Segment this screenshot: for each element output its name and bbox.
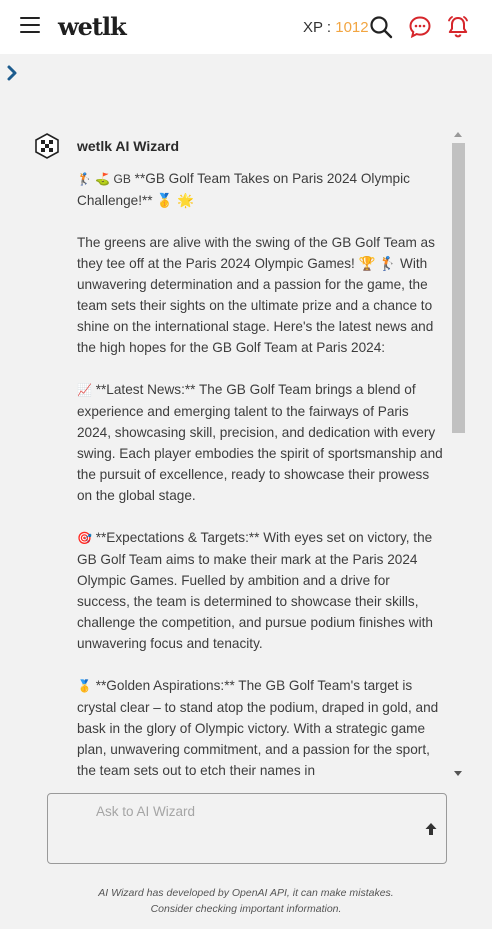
golf-emoji: 🏌️ ⛳ GB [77,172,131,186]
scroll-down-icon[interactable] [454,771,462,776]
chevron-right-icon[interactable] [5,64,21,82]
message-paragraph: 📈 **Latest News:** The GB Golf Team brin… [77,382,443,503]
chat-icon[interactable] [407,14,433,40]
message-paragraph: 🎯 **Expectations & Targets:** With eyes … [77,530,433,651]
message-paragraph: 🥇 **Golden Aspirations:** The GB Golf Te… [77,678,439,778]
composer [47,793,447,864]
target-emoji: 🎯 [77,531,92,545]
logo[interactable]: wetlk [58,12,127,41]
disclaimer: AI Wizard has developed by OpenAI API, i… [0,885,492,917]
chat-area: wetlk AI Wizard 🏌️ ⛳ GB **GB Golf Team T… [0,125,468,780]
xp-label: XP : [303,19,336,36]
assistant-message: 🏌️ ⛳ GB **GB Golf Team Takes on Paris 20… [77,168,443,780]
message-paragraph: 🏌️ ⛳ GB **GB Golf Team Takes on Paris 20… [77,171,410,208]
top-bar: wetlk XP : 1012 [0,0,492,54]
sender-name: wetlk AI Wizard [77,138,180,154]
disclaimer-line-2: Consider checking important information. [150,903,342,915]
scroll-up-icon[interactable] [454,132,462,137]
arrow-up-icon[interactable] [423,821,439,837]
search-icon[interactable] [368,14,394,40]
disclaimer-line-1: AI Wizard has developed by OpenAI API, i… [98,887,394,899]
scrollbar-thumb[interactable] [452,143,465,433]
medal-emoji: 🥇 [77,679,92,693]
wizard-avatar-icon [34,133,60,159]
message-paragraph: The greens are alive with the swing of t… [77,235,435,355]
chart-emoji: 📈 [77,383,92,397]
menu-icon[interactable] [20,17,40,35]
xp-display: XP : 1012 [303,19,369,36]
xp-value: 1012 [335,19,369,36]
bell-icon[interactable] [445,14,471,40]
ask-input[interactable] [96,804,396,854]
chat-scrollbar[interactable] [452,128,465,780]
